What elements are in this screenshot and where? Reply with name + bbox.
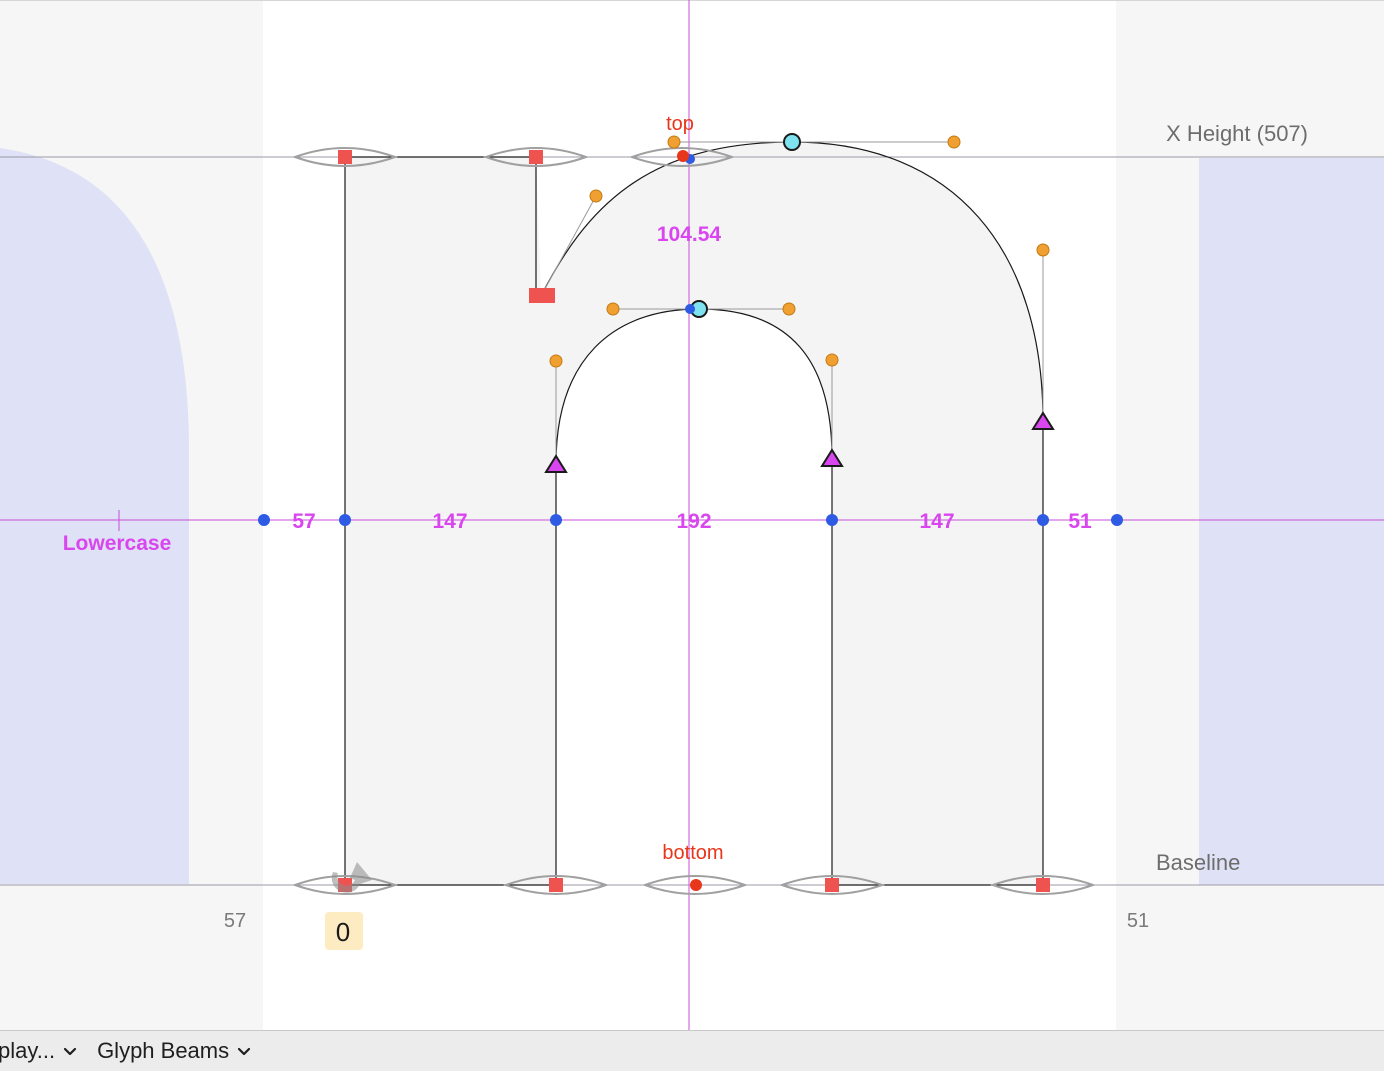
anchor-top-label: top (666, 113, 694, 135)
measurement-label: Lowercase (63, 532, 172, 555)
measure-segment: 147 (919, 510, 954, 533)
measure-segment: 192 (676, 510, 711, 533)
measure-segment: 57 (292, 510, 315, 533)
anchor-top-dot[interactable] (677, 150, 689, 162)
display-menu-label: play... (0, 1038, 56, 1063)
corner-node (1036, 878, 1050, 892)
intersection-dot (685, 304, 695, 314)
left-sidebearing: 57 (224, 910, 246, 932)
chevron-down-icon (238, 1047, 251, 1056)
measure-segment: 147 (432, 510, 467, 533)
handle-point (606, 302, 620, 316)
handle-point (589, 189, 603, 203)
chevron-down-icon (63, 1047, 77, 1056)
neighbor-glyph-right (1199, 158, 1384, 885)
curve-measure-label: 104.54 (657, 223, 722, 246)
right-sidebearing: 51 (1127, 910, 1149, 932)
anchor-bottom-dot[interactable] (690, 879, 702, 891)
anchor-bottom-label: bottom (662, 842, 723, 864)
handle-point (549, 354, 563, 368)
glyph-beams-menu[interactable]: Glyph Beams (97, 1038, 251, 1064)
handle-point (1036, 243, 1050, 257)
value-badge-text: 0 (336, 917, 350, 947)
handle-point (667, 135, 681, 149)
corner-node-selected (529, 288, 555, 303)
display-menu[interactable]: play... (0, 1038, 77, 1064)
bottom-toolbar: play... Glyph Beams (0, 1030, 1384, 1071)
handle-point (947, 135, 961, 149)
corner-node (549, 878, 563, 892)
extremum-node (783, 133, 801, 151)
corner-node (825, 878, 839, 892)
glyph-beams-label: Glyph Beams (97, 1038, 230, 1063)
measure-segment: 51 (1068, 510, 1092, 533)
baseline-label: Baseline (1156, 850, 1240, 875)
handle-point (825, 353, 839, 367)
handle-point (782, 302, 796, 316)
x-height-label: X Height (507) (1166, 121, 1308, 146)
corner-node (338, 150, 352, 164)
glyph-canvas[interactable]: X Height (507) Baseline top bottom 104.5… (0, 0, 1384, 1030)
corner-node (529, 150, 543, 164)
